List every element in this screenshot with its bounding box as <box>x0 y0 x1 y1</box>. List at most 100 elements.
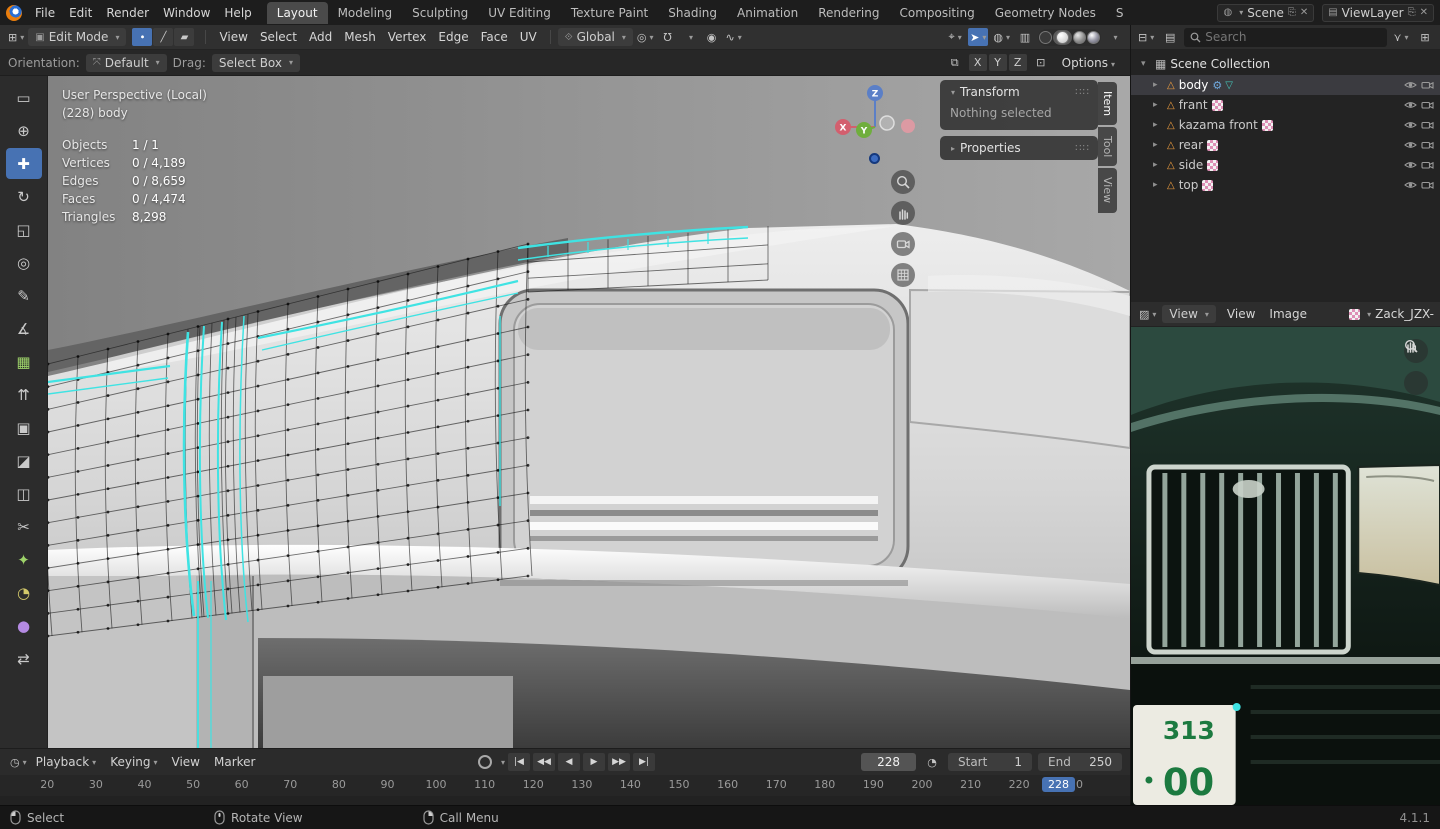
disclosure-icon[interactable]: ▸ <box>1153 140 1163 150</box>
orientation-value-dropdown[interactable]: ⤧ Default ▾ <box>85 53 167 72</box>
jump-end-button[interactable]: ▶| <box>633 753 656 771</box>
editor-type-button[interactable]: ⊞ ▾ <box>6 28 26 46</box>
tool-smooth-button[interactable]: ● <box>6 610 42 641</box>
tool-knife-button[interactable]: ✂ <box>6 511 42 542</box>
workspace-tab[interactable]: Texture Paint <box>561 2 658 24</box>
viewport-3d[interactable]: User Perspective (Local) (228) body Obje… <box>48 76 1130 748</box>
tool-extrude-button[interactable]: ⇈ <box>6 379 42 410</box>
shading-wireframe-button[interactable] <box>1039 30 1052 44</box>
menu-item[interactable]: Render <box>99 3 156 23</box>
transform-panel-header[interactable]: ▾ Transform ∷∷ <box>940 80 1098 104</box>
drag-value-dropdown[interactable]: Select Box ▾ <box>211 53 301 72</box>
n-panel-tab[interactable]: Tool <box>1098 127 1117 167</box>
menu-item[interactable]: Edge <box>432 27 474 47</box>
outliner-item[interactable]: ▸ △ kazama front ⚙ ▽ <box>1131 115 1440 135</box>
n-panel-tab[interactable]: Item <box>1098 82 1117 126</box>
workspace-tab[interactable]: Compositing <box>889 2 984 24</box>
current-frame-field[interactable]: 228 <box>861 753 916 771</box>
frame-end-field[interactable]: End 250 <box>1038 753 1122 771</box>
timeline-ruler[interactable]: 20 30 40 50 60 70 80 90 100 110 120 130 140 150 160 170… <box>0 775 1130 796</box>
editor-type-button[interactable]: ▨ ▾ <box>1137 305 1158 323</box>
auto-keying-toggle[interactable] <box>475 753 495 771</box>
axis-toggle[interactable]: Y <box>988 54 1007 71</box>
navigation-gizmo[interactable]: Z X Y <box>823 80 933 156</box>
prev-keyframe-button[interactable]: ◀◀ <box>533 753 556 771</box>
play-reverse-button[interactable]: ◀ <box>558 753 581 771</box>
play-button[interactable]: ▶ <box>583 753 606 771</box>
tool-scale-button[interactable]: ◱ <box>6 214 42 245</box>
properties-panel-header[interactable]: ▸ Properties ∷∷ <box>940 136 1098 160</box>
display-mode-dropdown[interactable]: View ▾ <box>1162 305 1216 323</box>
hide-eye-icon[interactable] <box>1404 160 1417 170</box>
timeline-menu[interactable]: Marker <box>207 752 262 772</box>
filter-funnel-icon[interactable]: ⋎ ▾ <box>1391 28 1411 46</box>
new-viewlayer-icon[interactable]: ⎘ <box>1408 7 1416 18</box>
menu-item[interactable]: UV <box>514 27 543 47</box>
transform-orientation-dropdown[interactable]: ⟐ Global ▾ <box>557 28 633 46</box>
snapping-toggle[interactable]: Ʊ <box>658 28 678 46</box>
disclosure-icon[interactable]: ▸ <box>1153 160 1163 170</box>
camera-visibility-icon[interactable] <box>1421 140 1434 150</box>
scene-collection-row[interactable]: ▾ ▦ Scene Collection <box>1131 53 1440 75</box>
display-mode-dropdown[interactable]: ⊟ ▾ <box>1136 28 1156 46</box>
timeline-popover[interactable]: Playback ▾ <box>29 752 104 772</box>
camera-visibility-icon[interactable] <box>1421 180 1434 190</box>
pivot-point-dropdown[interactable]: ◎ ▾ <box>635 28 656 46</box>
outliner-item[interactable]: ▸ △ top ⚙ ▽ <box>1131 175 1440 195</box>
viewport-canvas[interactable] <box>48 76 1130 748</box>
tool-loop-cut-button[interactable]: ◫ <box>6 478 42 509</box>
tool-cursor-button[interactable]: ⊕ <box>6 115 42 146</box>
camera-visibility-icon[interactable] <box>1421 80 1434 90</box>
new-collection-button[interactable]: ⊞ <box>1415 28 1435 46</box>
tool-measure-button[interactable]: ∡ <box>6 313 42 344</box>
tool-transform-button[interactable]: ◎ <box>6 247 42 278</box>
outliner-item[interactable]: ▸ △ rear ⚙ ▽ <box>1131 135 1440 155</box>
menu-item[interactable]: File <box>28 3 62 23</box>
camera-visibility-icon[interactable] <box>1421 160 1434 170</box>
frame-start-field[interactable]: Start 1 <box>948 753 1032 771</box>
axis-neg-ball[interactable] <box>879 115 895 131</box>
snapping-dropdown[interactable]: ▾ <box>680 28 700 46</box>
hide-eye-icon[interactable] <box>1404 120 1417 130</box>
menu-item[interactable]: Select <box>254 27 303 47</box>
tool-select-box-button[interactable]: ▭ <box>6 82 42 113</box>
tool-poly-build-button[interactable]: ✦ <box>6 544 42 575</box>
axis-toggle[interactable]: Z <box>1008 54 1027 71</box>
workspace-tab[interactable]: Modeling <box>328 2 403 24</box>
workspace-tab[interactable]: Rendering <box>808 2 889 24</box>
hide-eye-icon[interactable] <box>1404 140 1417 150</box>
tool-annotate-button[interactable]: ✎ <box>6 280 42 311</box>
blender-logo-icon[interactable] <box>6 4 22 21</box>
proportional-editing-toggle[interactable]: ◉ <box>702 28 722 46</box>
outliner-search[interactable] <box>1184 27 1387 47</box>
overlays-dropdown[interactable]: ◍ ▾ <box>991 28 1012 46</box>
camera-visibility-icon[interactable] <box>1421 120 1434 130</box>
new-scene-icon[interactable]: ⎘ <box>1288 7 1296 18</box>
xray-toggle[interactable]: ▥ <box>1015 28 1035 46</box>
hide-eye-icon[interactable] <box>1404 100 1417 110</box>
viewlayer-selector[interactable]: ▤ ViewLayer ⎘ ✕ <box>1322 3 1434 22</box>
camera-view-button[interactable] <box>891 232 915 256</box>
n-panel-tab[interactable]: View <box>1098 168 1117 213</box>
use-preview-range-toggle[interactable]: ◔ <box>922 753 942 771</box>
disclosure-icon[interactable]: ▸ <box>1153 120 1163 130</box>
mirror-icon[interactable]: ⧉ <box>945 54 965 72</box>
tool-bevel-button[interactable]: ◪ <box>6 445 42 476</box>
outliner-item[interactable]: ▸ △ side ⚙ ▽ <box>1131 155 1440 175</box>
tool-spin-button[interactable]: ◔ <box>6 577 42 608</box>
options-dropdown[interactable]: Options ▾ <box>1055 53 1122 73</box>
axis-neg-x-ball[interactable] <box>901 119 915 133</box>
outliner-item[interactable]: ▸ △ body ⚙ ▽ <box>1131 75 1440 95</box>
axis-toggle[interactable]: X <box>968 54 987 71</box>
close-icon[interactable]: ✕ <box>1420 7 1428 18</box>
editor-type-button[interactable]: ◷ ▾ <box>8 753 29 771</box>
next-keyframe-button[interactable]: ▶▶ <box>608 753 631 771</box>
menu-item[interactable]: Image <box>1262 304 1314 324</box>
pan-hand-button[interactable] <box>891 201 915 225</box>
show-gizmos-dropdown[interactable]: ⌖ ▾ <box>945 28 965 46</box>
outliner-item[interactable]: ▸ △ frant ⚙ ▽ <box>1131 95 1440 115</box>
reference-image-view[interactable]: 313 00 <box>1131 327 1440 805</box>
scene-selector[interactable]: ◍ ▾ Scene ⎘ ✕ <box>1217 3 1315 22</box>
disclosure-icon[interactable]: ▸ <box>1153 80 1163 90</box>
snap-base-icon[interactable]: ⊡ <box>1031 54 1051 72</box>
